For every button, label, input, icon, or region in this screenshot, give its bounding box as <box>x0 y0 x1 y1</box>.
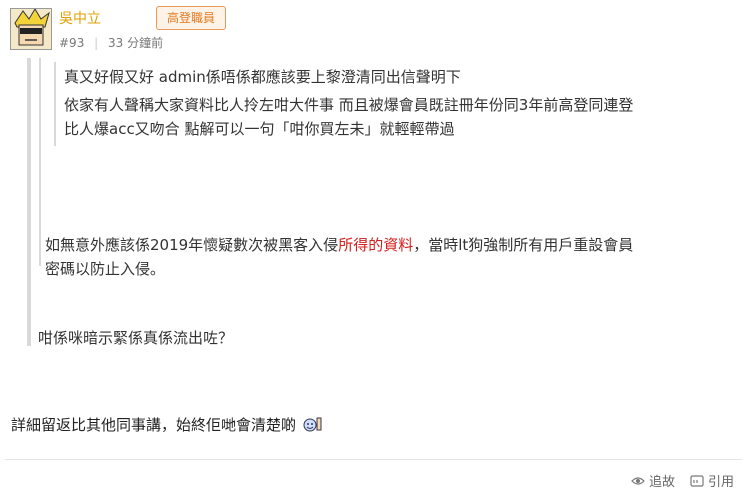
follow-label: 追故 <box>649 475 676 490</box>
eye-icon <box>631 476 645 485</box>
floor-number[interactable]: #93 <box>59 36 84 50</box>
quote-button[interactable]: 引用 <box>690 471 734 490</box>
rank-badge: 高登職員 <box>156 6 227 30</box>
footer-divider <box>5 459 742 460</box>
quote-level3-line-1: 真又好假又好 admin係唔係都應該要上黎澄清同出信聲明下 <box>64 68 461 86</box>
reply-text: 詳細留返比其他同事講，始終佢哋會清楚啲 <box>11 416 297 434</box>
username[interactable]: 吳中立 <box>59 8 101 28</box>
quote-level2-text-b: ，當時lt狗強制所有用戶重設會員 <box>413 236 634 254</box>
post-meta: #93 | 33 分鐘前 <box>59 34 163 51</box>
quote-level2-text-a: 如無意外應該係2019年懷疑數次被黑客入侵 <box>45 236 339 254</box>
quote-icon <box>690 474 704 487</box>
follow-button[interactable]: 追故 <box>631 471 675 490</box>
quote-label: 引用 <box>708 475 735 490</box>
quote-level2-line-2: 密碼以防止入侵。 <box>45 260 166 278</box>
post-time: 33 分鐘前 <box>108 36 164 50</box>
quote-bar-level2 <box>39 58 41 266</box>
quote-level2-highlight: 所得的資料 <box>338 236 414 254</box>
quote-level3-line-3: 比人爆acc又吻合 點解可以一句「咁你買左未」就輕輕帶過 <box>64 120 455 138</box>
quote-bar-level1 <box>27 58 31 346</box>
meta-separator: | <box>94 36 99 50</box>
quote-level2-line-1: 如無意外應該係2019年懷疑數次被黑客入侵所得的資料，當時lt狗強制所有用戶重設… <box>45 234 633 256</box>
reply-body: 詳細留返比其他同事講，始終佢哋會清楚啲 <box>11 414 323 436</box>
quote-level3-line-2: 依家有人聲稱大家資料比人拎左咁大件事 而且被爆會員既註冊年份同3年前高登同連登 <box>64 96 634 114</box>
emoji-icon <box>303 417 322 432</box>
quote-level1-line: 咁係咪暗示緊係真係流出咗？ <box>38 329 234 347</box>
quote-bar-level3 <box>54 62 56 146</box>
avatar[interactable] <box>10 8 52 50</box>
avatar-image <box>11 9 51 49</box>
